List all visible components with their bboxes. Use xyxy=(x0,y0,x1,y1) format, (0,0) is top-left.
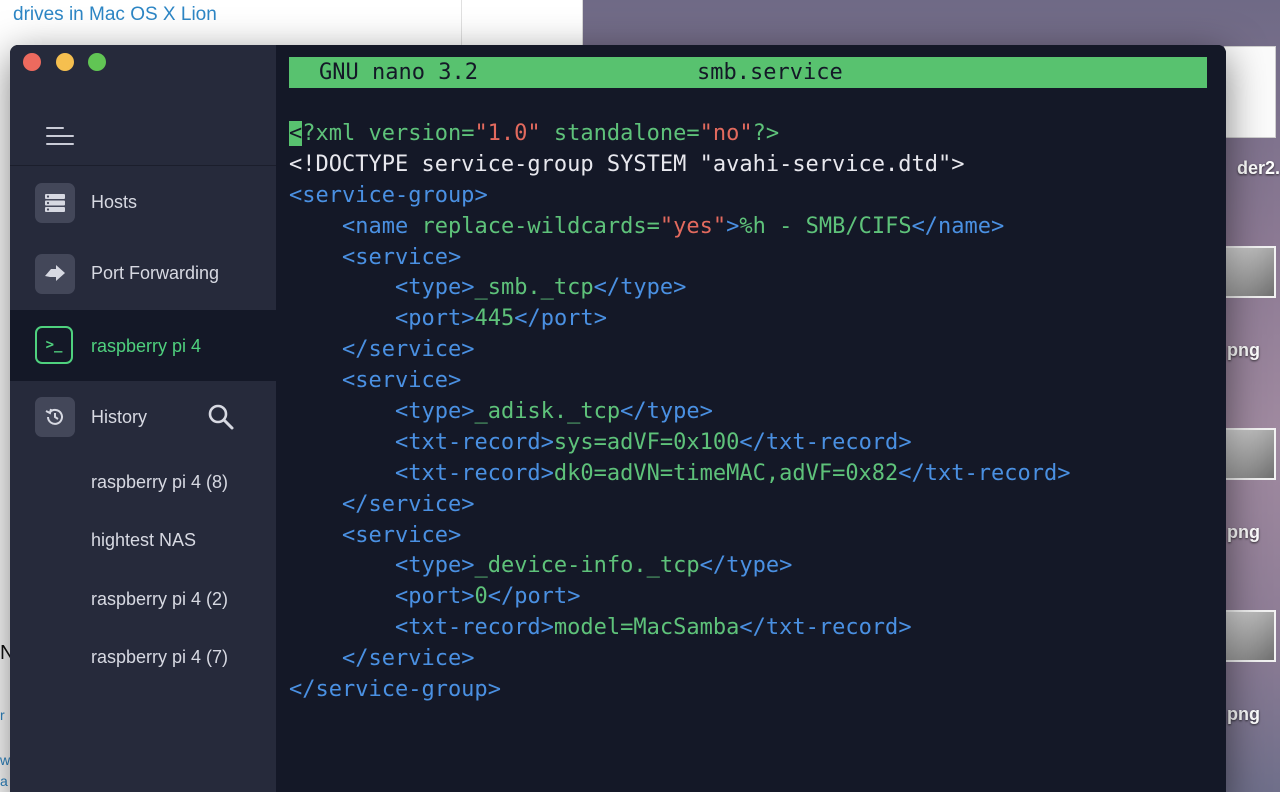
zoom-window-button[interactable] xyxy=(88,53,106,71)
desktop-file-label: png xyxy=(1227,704,1260,724)
code-line: <txt-record>model=MacSamba</txt-record> xyxy=(394,615,912,641)
history-item[interactable]: hightest NAS xyxy=(91,530,196,551)
desktop-image-icon[interactable] xyxy=(1224,428,1276,480)
code-line: <service> xyxy=(341,368,462,394)
code-line: </service-group> xyxy=(289,677,501,703)
background-link-fragment[interactable]: a xyxy=(0,773,8,789)
code-line: <service-group> xyxy=(289,182,488,208)
code-line: <?xml version="1.0" standalone="no"?> xyxy=(289,121,780,146)
ssh-client-window: Hosts Port Forwarding >_ raspberry pi 4 xyxy=(10,45,1226,792)
background-page-title[interactable]: drives in Mac OS X Lion xyxy=(13,4,217,26)
code-line: </service> xyxy=(341,646,475,672)
sidebar-item-hosts[interactable]: Hosts xyxy=(10,170,276,236)
background-divider xyxy=(461,0,462,45)
sidebar: Hosts Port Forwarding >_ raspberry pi 4 xyxy=(10,45,276,792)
sidebar-item-history[interactable]: History xyxy=(10,381,276,453)
history-item[interactable]: raspberry pi 4 (7) xyxy=(91,647,228,668)
code-line: <txt-record>dk0=adVN=timeMAC,adVF=0x82</… xyxy=(394,460,1071,486)
history-label: History xyxy=(91,407,148,427)
history-item[interactable]: raspberry pi 4 (2) xyxy=(91,589,228,610)
code-line: <type>_device-info._tcp</type> xyxy=(394,553,793,579)
close-window-button[interactable] xyxy=(23,53,41,71)
desktop-file-label: der2. xyxy=(1236,158,1280,178)
desktop-file-label: png xyxy=(1227,340,1260,360)
code-line: <port>445</port> xyxy=(394,306,607,332)
sidebar-item-active-session[interactable]: >_ raspberry pi 4 xyxy=(10,310,276,381)
desktop-file-icon[interactable] xyxy=(1224,46,1276,138)
desktop-file-label: png xyxy=(1227,522,1260,542)
code-line: </service> xyxy=(341,337,475,363)
active-session-label: raspberry pi 4 xyxy=(91,336,202,356)
code-line: <type>_smb._tcp</type> xyxy=(394,275,687,301)
sidebar-item-port-forwarding[interactable]: Port Forwarding xyxy=(10,241,276,307)
code-line: <type>_adisk._tcp</type> xyxy=(394,399,713,425)
nano-version: GNU nano 3.2 xyxy=(319,60,478,85)
terminal-icon: >_ xyxy=(35,326,73,364)
desktop-image-icon[interactable] xyxy=(1224,610,1276,662)
sidebar-divider xyxy=(10,165,276,166)
nano-title-bar: GNU nano 3.2 smb.service xyxy=(289,57,1207,88)
minimize-window-button[interactable] xyxy=(56,53,74,71)
sidebar-item-label: Hosts xyxy=(91,192,138,212)
server-icon xyxy=(35,183,75,223)
code-line: <port>0</port> xyxy=(394,584,581,610)
port-forward-icon xyxy=(35,254,75,294)
search-icon[interactable] xyxy=(207,403,235,431)
code-line: </service> xyxy=(341,491,475,517)
background-link-fragment[interactable]: w xyxy=(0,752,10,768)
hamburger-menu-icon[interactable] xyxy=(46,127,74,147)
history-item[interactable]: raspberry pi 4 (8) xyxy=(91,472,228,493)
code-line: <service> xyxy=(341,522,462,548)
code-line: <service> xyxy=(341,244,462,270)
code-line: <!DOCTYPE service-group SYSTEM "avahi-se… xyxy=(289,151,965,177)
code-line: <txt-record>sys=adVF=0x100</txt-record> xyxy=(394,429,912,455)
nano-filename: smb.service xyxy=(697,60,843,85)
desktop-image-icon[interactable] xyxy=(1224,246,1276,298)
sidebar-item-label: Port Forwarding xyxy=(91,263,220,283)
background-link-fragment[interactable]: r xyxy=(0,707,5,723)
history-icon xyxy=(35,397,75,437)
terminal-view[interactable]: GNU nano 3.2 smb.service <?xml version="… xyxy=(276,45,1226,792)
file-contents[interactable]: <?xml version="1.0" standalone="no"?> <!D… xyxy=(289,119,1071,706)
code-line: <name replace-wildcards="yes">%h - SMB/C… xyxy=(341,213,1005,239)
